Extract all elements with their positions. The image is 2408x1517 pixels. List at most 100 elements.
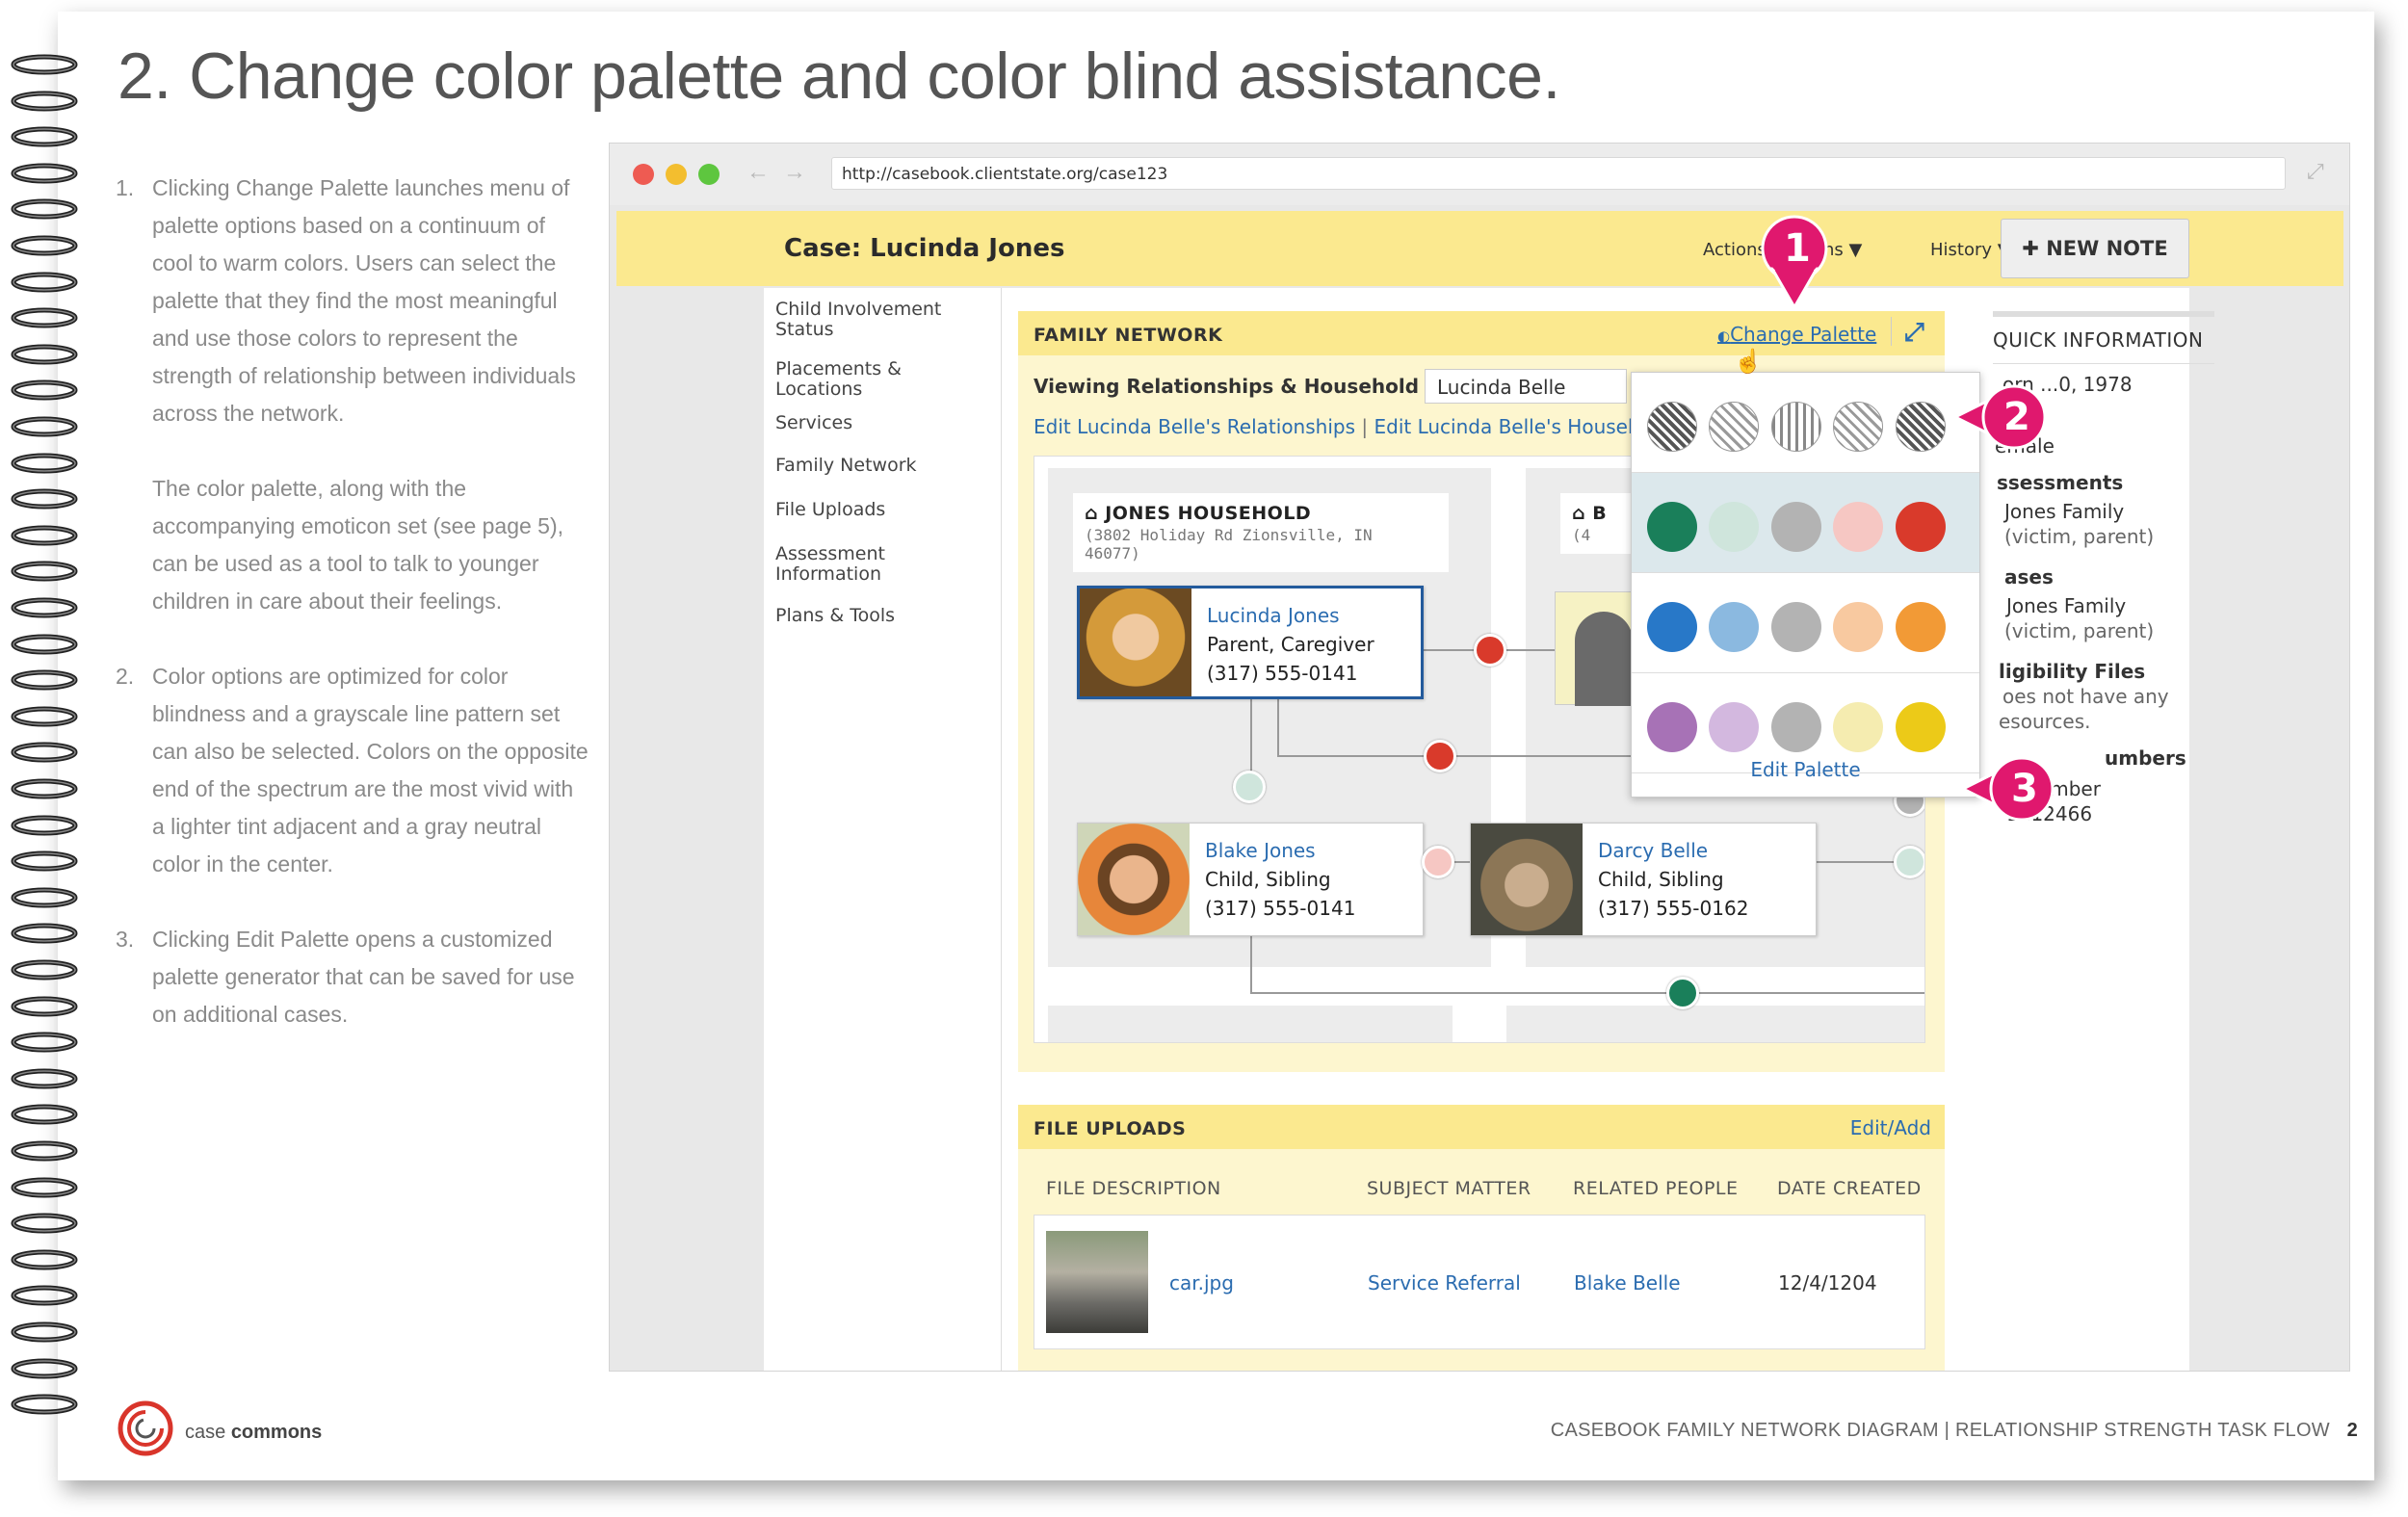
person-card[interactable]: Darcy Belle Child, Sibling (317) 555-016… xyxy=(1470,823,1817,936)
back-arrow-icon[interactable]: ← xyxy=(746,159,770,186)
pattern-swatch[interactable] xyxy=(1771,402,1821,452)
fullscreen-icon[interactable]: ⤢ xyxy=(2307,159,2324,184)
person-card[interactable]: Blake Jones Child, Sibling (317) 555-014… xyxy=(1077,823,1424,936)
callout-2: 2 xyxy=(1953,383,2050,451)
spiral-coil xyxy=(10,343,87,366)
column-header[interactable]: RELATED PEOPLE xyxy=(1573,1178,1739,1199)
quick-information: QUICK INFORMATION xyxy=(1993,311,2214,364)
relationship-node[interactable] xyxy=(1666,977,1699,1009)
palette-row-green-red[interactable] xyxy=(1632,473,1979,573)
sidebar-item-child-involvement[interactable]: Child Involvement Status xyxy=(775,300,958,340)
sidebar-item-plans-tools[interactable]: Plans & Tools xyxy=(775,606,958,626)
spiral-coil xyxy=(10,741,87,764)
close-window-button[interactable] xyxy=(633,164,654,185)
household-name: JONES HOUSEHOLD xyxy=(1105,503,1312,524)
spiral-coil xyxy=(10,850,87,873)
footer-document-title: CASEBOOK FAMILY NETWORK DIAGRAM | RELATI… xyxy=(1550,1420,2330,1441)
spiral-coil xyxy=(10,1393,87,1416)
spiral-coil xyxy=(10,886,87,909)
qi-link[interactable]: Jones Family xyxy=(2006,594,2126,617)
person-silhouette-icon xyxy=(1575,612,1633,706)
color-swatch[interactable] xyxy=(1709,502,1759,552)
sidebar-item-services[interactable]: Services xyxy=(775,413,958,433)
expand-icon[interactable]: ⤢ xyxy=(1904,317,1924,348)
person-name[interactable]: Blake Jones xyxy=(1205,839,1316,862)
maximize-window-button[interactable] xyxy=(698,164,720,185)
history-menu[interactable]: History ▼ xyxy=(1930,240,2011,260)
connector-line xyxy=(1277,699,1279,755)
spiral-coil xyxy=(10,1103,87,1126)
person-phone: (317) 555-0141 xyxy=(1205,897,1356,920)
new-note-button[interactable]: ✚ NEW NOTE xyxy=(2001,219,2189,278)
edit-links: Edit Lucinda Belle's Relationships | Edi… xyxy=(1034,415,1680,438)
spiral-coil xyxy=(10,1067,87,1090)
pattern-swatch[interactable] xyxy=(1647,402,1697,452)
person-photo xyxy=(1471,824,1583,935)
column-header[interactable]: DATE CREATED xyxy=(1777,1178,1922,1199)
color-swatch[interactable] xyxy=(1647,602,1697,652)
color-swatch[interactable] xyxy=(1896,602,1946,652)
file-uploads-panel: FILE UPLOADS Edit/Add FILE DESCRIPTION S… xyxy=(1018,1105,1945,1371)
forward-arrow-icon[interactable]: → xyxy=(783,159,806,186)
relationship-node[interactable] xyxy=(1474,634,1506,667)
spiral-coil xyxy=(10,90,87,113)
person-role: Parent, Caregiver xyxy=(1207,633,1374,656)
relationship-node[interactable] xyxy=(1894,846,1924,878)
color-swatch[interactable] xyxy=(1771,602,1821,652)
spiral-coil xyxy=(10,487,87,510)
household-address: (3802 Holiday Rd Zionsville, IN 46077) xyxy=(1085,526,1373,562)
person-name[interactable]: Darcy Belle xyxy=(1598,839,1708,862)
hidden-person-card[interactable] xyxy=(1555,591,1633,706)
color-swatch[interactable] xyxy=(1896,502,1946,552)
spiral-coil xyxy=(10,814,87,837)
pattern-swatch[interactable] xyxy=(1896,402,1946,452)
sidebar-item-assessment[interactable]: Assessment Information xyxy=(775,544,958,585)
actions-menu-tail[interactable]: ns ▼ xyxy=(1823,240,1862,260)
sidebar-item-file-uploads[interactable]: File Uploads xyxy=(775,500,958,520)
viewing-label: Viewing Relationships & Household for xyxy=(1034,375,1457,398)
footer-logo-text: case commons xyxy=(185,1422,322,1444)
relationship-node[interactable] xyxy=(1233,771,1266,803)
table-row[interactable]: car.jpg Service Referral Blake Belle 12/… xyxy=(1034,1215,1925,1349)
related-person-link[interactable]: Blake Belle xyxy=(1574,1271,1681,1295)
person-name[interactable]: Lucinda Jones xyxy=(1207,604,1340,627)
person-card[interactable]: Lucinda Jones Parent, Caregiver (317) 55… xyxy=(1077,586,1424,699)
spiral-coil xyxy=(10,452,87,475)
sidebar-item-family-network[interactable]: Family Network xyxy=(775,456,958,476)
color-swatch[interactable] xyxy=(1647,502,1697,552)
column-header[interactable]: SUBJECT MATTER xyxy=(1367,1178,1531,1199)
actions-menu[interactable]: Actions xyxy=(1703,240,1767,260)
relationship-node[interactable] xyxy=(1422,846,1454,878)
edit-relationships-link[interactable]: Edit Lucinda Belle's Relationships xyxy=(1034,415,1355,438)
person-photo xyxy=(1078,824,1190,935)
qi-line: (victim, parent) xyxy=(2004,619,2155,642)
sidebar-item-placements[interactable]: Placements & Locations xyxy=(775,359,958,400)
callout-number: 3 xyxy=(2011,767,2038,811)
qi-line: (victim, parent) xyxy=(2004,525,2155,548)
edit-palette-link[interactable]: Edit Palette xyxy=(1632,743,1979,797)
palette-row-patterns[interactable] xyxy=(1632,373,1979,473)
person-role: Child, Sibling xyxy=(1598,868,1724,891)
spiral-coil xyxy=(10,1139,87,1163)
file-name-link[interactable]: car.jpg xyxy=(1169,1271,1234,1295)
column-header[interactable]: FILE DESCRIPTION xyxy=(1046,1178,1221,1199)
palette-row-blue-orange[interactable] xyxy=(1632,573,1979,673)
edit-add-link[interactable]: Edit/Add xyxy=(1850,1116,1931,1139)
case-commons-logo-icon xyxy=(118,1400,173,1456)
qi-link[interactable]: Jones Family xyxy=(2004,500,2124,523)
color-swatch[interactable] xyxy=(1771,502,1821,552)
minimize-window-button[interactable] xyxy=(666,164,687,185)
spiral-coil xyxy=(10,234,87,257)
pattern-swatch[interactable] xyxy=(1709,402,1759,452)
change-palette-link[interactable]: ◐Change Palette xyxy=(1717,323,1876,346)
relationship-node[interactable] xyxy=(1424,740,1456,772)
color-swatch[interactable] xyxy=(1709,602,1759,652)
color-swatch[interactable] xyxy=(1833,502,1883,552)
pattern-swatch[interactable] xyxy=(1833,402,1883,452)
subject-link[interactable]: Service Referral xyxy=(1368,1271,1521,1295)
color-swatch[interactable] xyxy=(1833,602,1883,652)
spiral-coil xyxy=(10,1176,87,1199)
person-select[interactable]: Lucinda Belle xyxy=(1425,369,1627,404)
url-bar[interactable]: http://casebook.clientstate.org/case123 xyxy=(831,157,2286,190)
history-label: History xyxy=(1930,240,1993,260)
